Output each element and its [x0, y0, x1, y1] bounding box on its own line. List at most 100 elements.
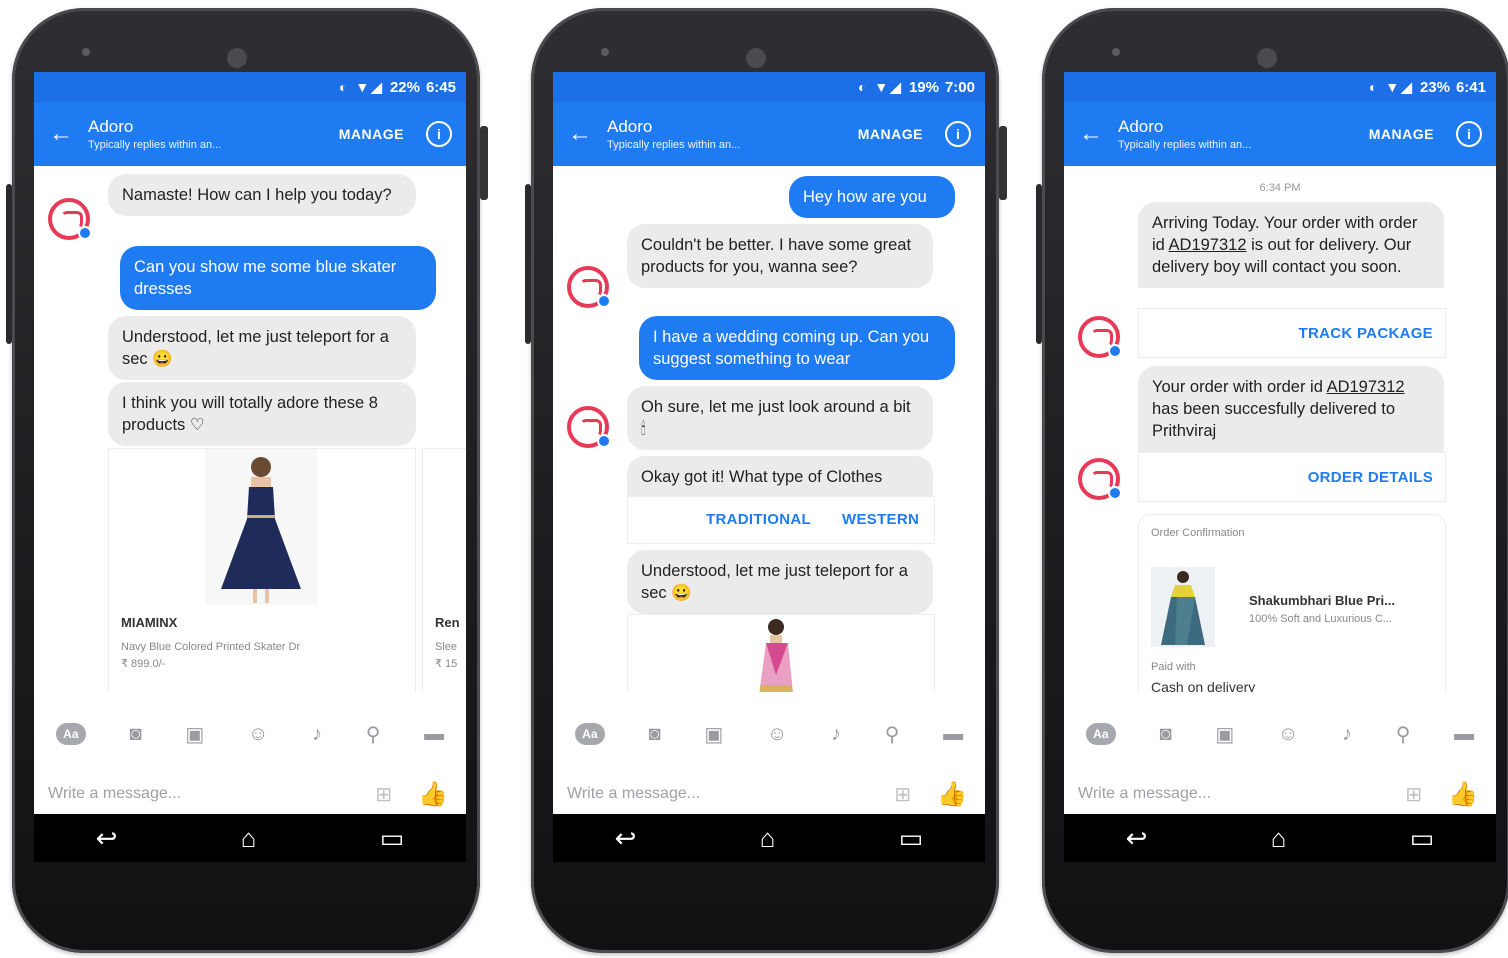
action-card: ORDER DETAILS: [1138, 452, 1446, 502]
clock: 6:41: [1455, 78, 1486, 96]
order-receipt[interactable]: Order Confirmation Shakumbhari Blue Pri.…: [1138, 514, 1446, 692]
order-details-button[interactable]: ORDER DETAILS: [1308, 469, 1433, 486]
screen: ◐ ▼◢ 19% 7:00 ← Adoro Typically replies …: [553, 72, 985, 862]
emoji-icon[interactable]: ☺: [248, 723, 268, 746]
apps-grid-icon[interactable]: ⊞: [894, 782, 911, 807]
message-text: Your order with order id: [1152, 378, 1327, 396]
more-icon[interactable]: ▬: [424, 723, 444, 746]
front-camera: [227, 48, 247, 68]
product-card-next[interactable]: Ren Slee ₹ 15: [422, 448, 466, 692]
proximity-sensor: [82, 48, 90, 56]
phone-2: ◐ ▼◢ 19% 7:00 ← Adoro Typically replies …: [525, 8, 1007, 953]
info-icon[interactable]: i: [945, 121, 971, 147]
thumbs-up-icon[interactable]: 👍: [937, 780, 967, 809]
location-icon[interactable]: ⚲: [366, 722, 381, 747]
gallery-icon[interactable]: ▣: [1215, 722, 1234, 747]
phone-3: ◐ ▼◢ 23% 6:41 ← Adoro Typically replies …: [1036, 8, 1508, 953]
quick-reply-traditional[interactable]: TRADITIONAL: [706, 511, 811, 528]
camera-icon[interactable]: ◙: [130, 723, 142, 746]
message-input[interactable]: Write a message...: [1064, 785, 1405, 803]
apps-grid-icon[interactable]: ⊞: [375, 782, 392, 807]
battery-level: 23%: [1419, 78, 1450, 96]
recents-nav-icon[interactable]: ▭: [380, 823, 405, 854]
bot-message: Your order with order id AD197312 has be…: [1138, 366, 1444, 452]
recents-nav-icon[interactable]: ▭: [899, 823, 924, 854]
chat-title: Adoro: [88, 117, 134, 136]
item-description: 100% Soft and Luxurious C...: [1249, 613, 1393, 625]
power-button: [999, 126, 1007, 200]
chat-thread[interactable]: Namaste! How can I help you today? Can y…: [34, 166, 466, 692]
back-arrow-icon[interactable]: ←: [1064, 120, 1118, 148]
more-icon[interactable]: ▬: [943, 723, 963, 746]
volume-button: [525, 184, 531, 344]
chat-thread[interactable]: 6:34 PM Arriving Today. Your order with …: [1064, 166, 1496, 692]
text-style-icon[interactable]: Aa: [1085, 723, 1116, 745]
product-card[interactable]: MIAMINX Navy Blue Colored Printed Skater…: [108, 448, 416, 692]
message-input[interactable]: Write a message...: [553, 785, 894, 803]
back-nav-icon[interactable]: ↩: [1126, 823, 1148, 854]
status-bar: ◐ ▼◢ 22% 6:45: [34, 72, 466, 102]
product-description: Navy Blue Colored Printed Skater Dr: [121, 641, 301, 653]
emoji-icon[interactable]: ☺: [767, 723, 787, 746]
bot-avatar: [567, 266, 611, 308]
order-id[interactable]: AD197312: [1327, 378, 1405, 396]
bot-avatar: [567, 406, 611, 448]
bot-message: Couldn't be better. I have some great pr…: [627, 224, 933, 288]
chat-subtitle: Typically replies within an...: [88, 139, 222, 151]
message-text: has been succesfully delivered to Prithv…: [1152, 400, 1396, 440]
bot-message: Namaste! How can I help you today?: [108, 174, 416, 216]
text-style-icon[interactable]: Aa: [55, 723, 86, 745]
text-style-icon[interactable]: Aa: [574, 723, 605, 745]
location-icon[interactable]: ⚲: [1396, 722, 1411, 747]
apps-grid-icon[interactable]: ⊞: [1405, 782, 1422, 807]
microphone-icon[interactable]: ♪: [1342, 723, 1352, 746]
message-timestamp: 6:34 PM: [1259, 182, 1301, 194]
info-icon[interactable]: i: [426, 121, 452, 147]
more-icon[interactable]: ▬: [1454, 723, 1474, 746]
gallery-icon[interactable]: ▣: [185, 722, 204, 747]
android-nav-bar: ↩ ⌂ ▭: [553, 814, 985, 862]
camera-icon[interactable]: ◙: [649, 723, 661, 746]
bot-message: Arriving Today. Your order with order id…: [1138, 202, 1444, 288]
chat-subtitle: Typically replies within an...: [607, 139, 741, 151]
order-id[interactable]: AD197312: [1169, 236, 1247, 254]
screen: ◐ ▼◢ 23% 6:41 ← Adoro Typically replies …: [1064, 72, 1496, 862]
manage-button[interactable]: MANAGE: [858, 126, 923, 142]
info-icon[interactable]: i: [1456, 121, 1482, 147]
camera-icon[interactable]: ◙: [1160, 723, 1172, 746]
thumbs-up-icon[interactable]: 👍: [418, 780, 448, 809]
home-nav-icon[interactable]: ⌂: [1271, 823, 1287, 854]
payment-label: Paid with: [1151, 661, 1196, 673]
manage-button[interactable]: MANAGE: [1369, 126, 1434, 142]
emoji-icon[interactable]: ☺: [1278, 723, 1298, 746]
quick-reply-western[interactable]: WESTERN: [842, 511, 919, 528]
android-nav-bar: ↩ ⌂ ▭: [34, 814, 466, 862]
microphone-icon[interactable]: ♪: [831, 723, 841, 746]
chat-thread[interactable]: Hey how are you Couldn't be better. I ha…: [553, 166, 985, 692]
receipt-header: Order Confirmation: [1151, 527, 1245, 539]
recents-nav-icon[interactable]: ▭: [1410, 823, 1435, 854]
back-arrow-icon[interactable]: ←: [34, 120, 88, 148]
volume-button: [1036, 184, 1042, 344]
location-icon[interactable]: ⚲: [885, 722, 900, 747]
gallery-icon[interactable]: ▣: [704, 722, 723, 747]
product-card[interactable]: [627, 614, 935, 692]
track-package-button[interactable]: TRACK PACKAGE: [1299, 325, 1433, 342]
bot-message: Understood, let me just teleport for a s…: [108, 316, 416, 380]
dress-image: [205, 449, 317, 605]
signal-icons: ◐ ▼◢: [338, 78, 384, 95]
thumbs-up-icon[interactable]: 👍: [1448, 780, 1478, 809]
message-input[interactable]: Write a message...: [34, 785, 375, 803]
home-nav-icon[interactable]: ⌂: [241, 823, 257, 854]
message-composer: Write a message... ⊞ 👍: [34, 772, 466, 816]
microphone-icon[interactable]: ♪: [312, 723, 322, 746]
home-nav-icon[interactable]: ⌂: [760, 823, 776, 854]
back-arrow-icon[interactable]: ←: [553, 120, 607, 148]
screen: ◐ ▼◢ 22% 6:45 ← Adoro Typically replies …: [34, 72, 466, 862]
back-nav-icon[interactable]: ↩: [96, 823, 118, 854]
status-bar: ◐ ▼◢ 23% 6:41: [1064, 72, 1496, 102]
back-nav-icon[interactable]: ↩: [615, 823, 637, 854]
phone-1: ◐ ▼◢ 22% 6:45 ← Adoro Typically replies …: [6, 8, 488, 953]
proximity-sensor: [1112, 48, 1120, 56]
manage-button[interactable]: MANAGE: [339, 126, 404, 142]
